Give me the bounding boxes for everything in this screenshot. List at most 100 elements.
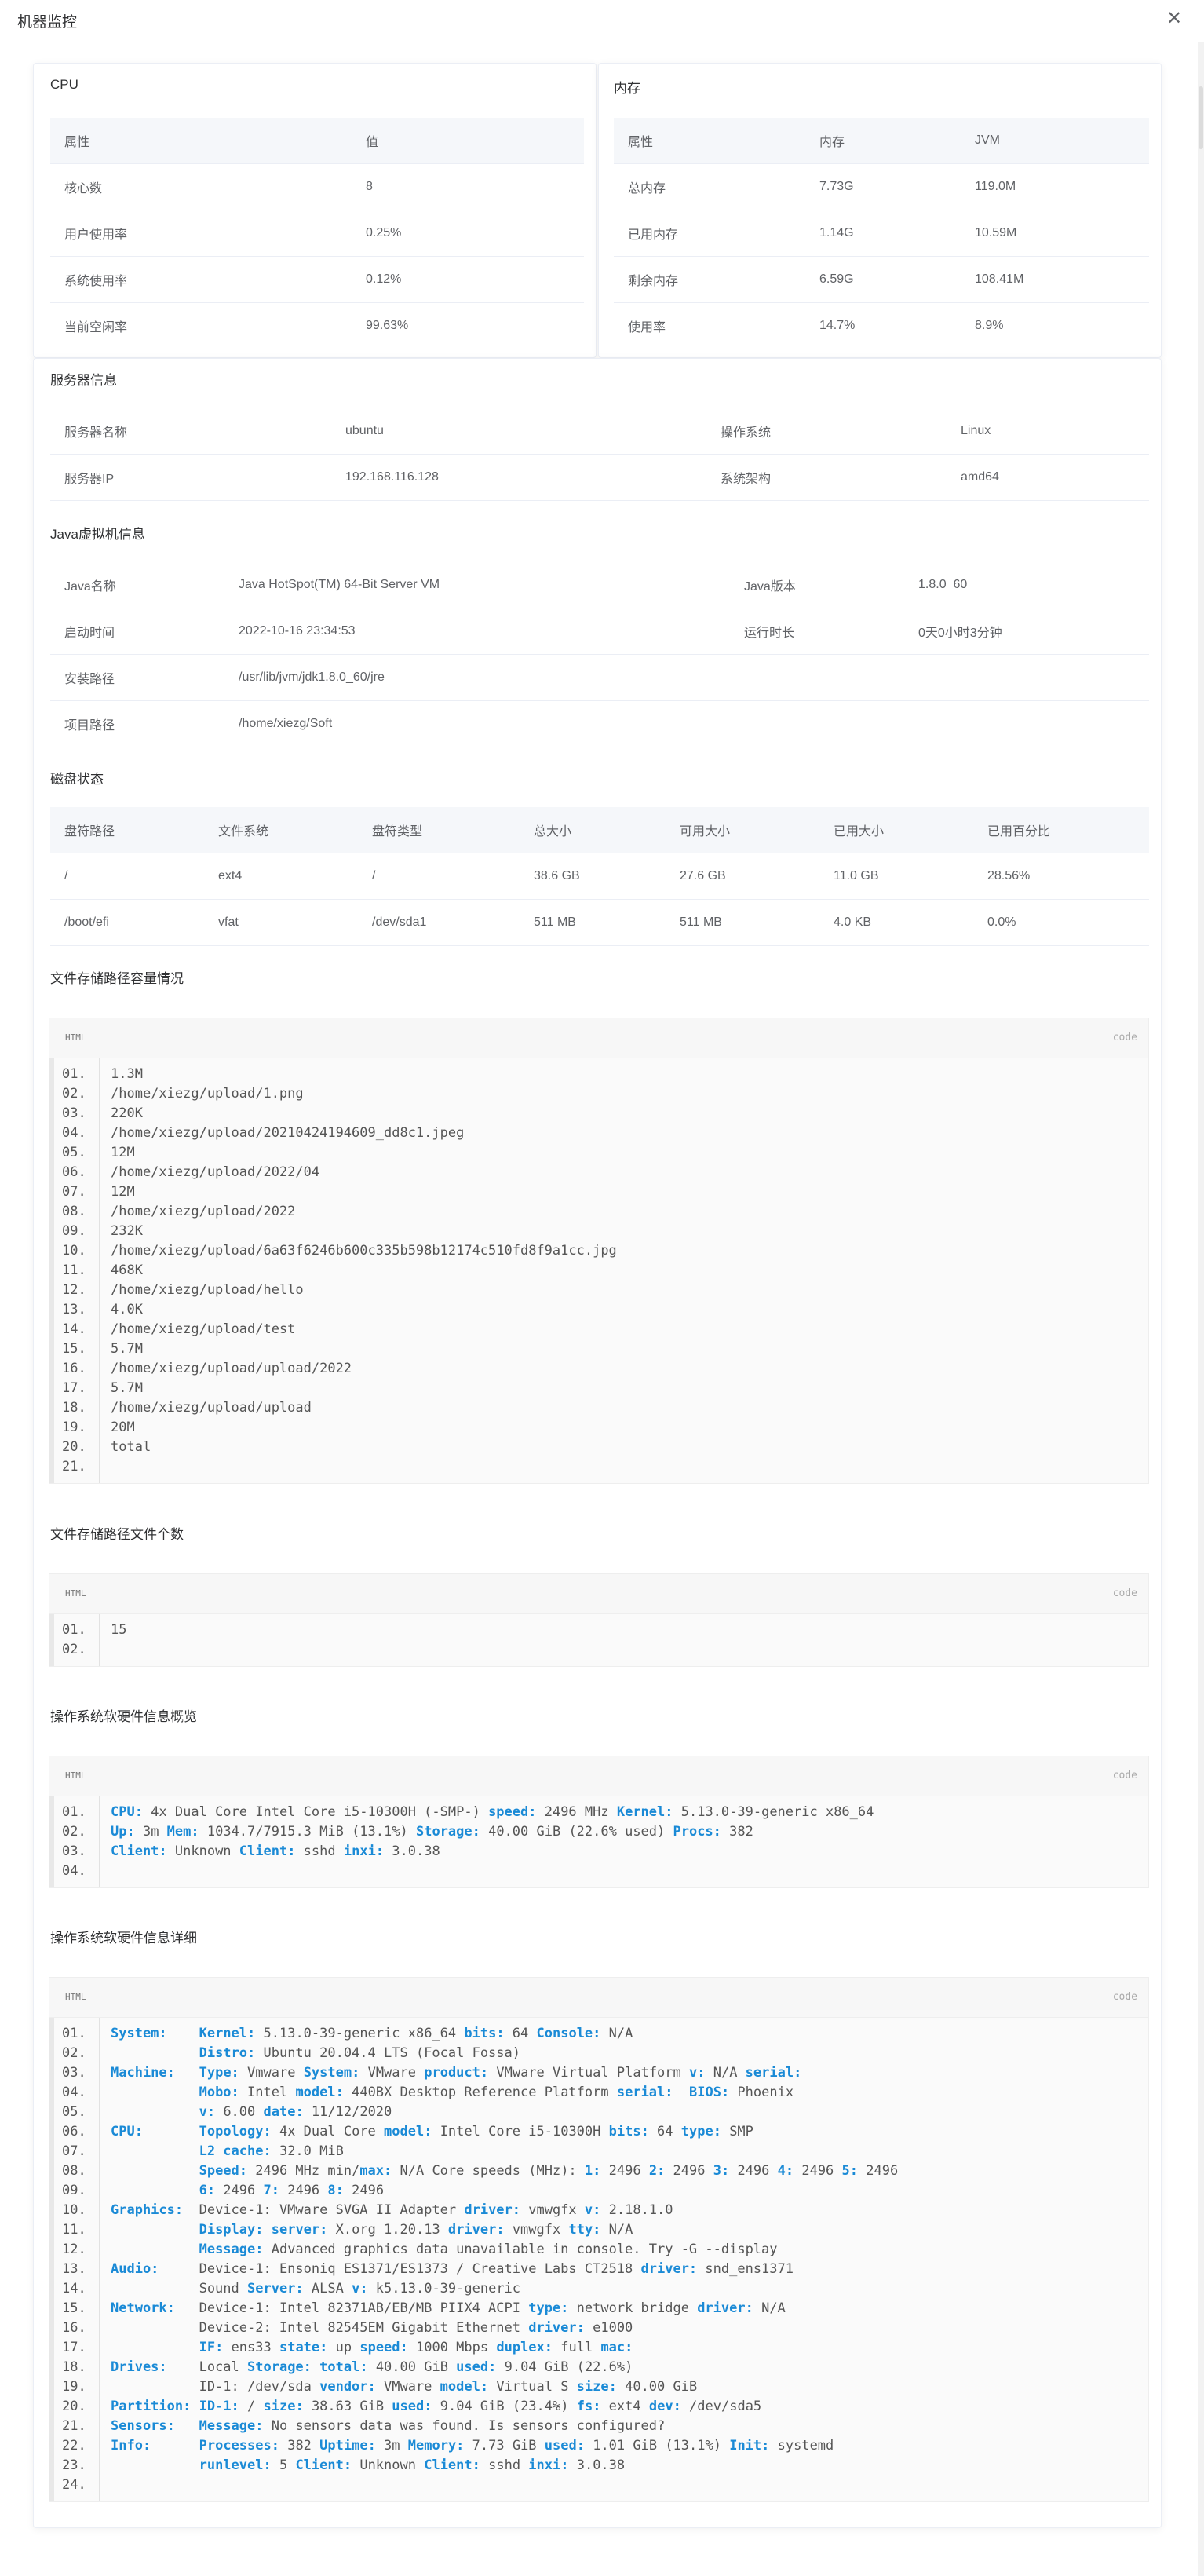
jvm-install-row: 安装路径 /usr/lib/jvm/jdk1.8.0_60/jre <box>50 654 1149 701</box>
table-row: 核心数 8 <box>50 163 584 210</box>
line-number: 02. <box>62 1086 86 1102</box>
line-content: 15 <box>111 1622 127 1638</box>
close-icon[interactable]: ✕ <box>1165 9 1184 28</box>
line-content: 12M <box>111 1145 135 1160</box>
line-content: Device-2: Intel 82545EM Gigabit Ethernet… <box>111 2320 633 2336</box>
code-line: 15. 5.7M <box>49 1339 1148 1359</box>
line-number: 23. <box>62 2457 86 2473</box>
code-line: 03. Client: Unknown Client: sshd inxi: 3.… <box>49 1842 1148 1862</box>
code-line: 14. Sound Server: ALSA v: k5.13.0-39-gen… <box>49 2279 1148 2299</box>
line-content: /home/xiezg/upload/2022/04 <box>111 1164 320 1180</box>
table-cell: Java名称 <box>50 562 224 608</box>
code-header: HTML code <box>49 1978 1148 2018</box>
line-number: 01. <box>62 1066 86 1082</box>
table-cell: 8 <box>352 163 584 210</box>
line-content: L2 cache: 32.0 MiB <box>199 2143 344 2159</box>
table-cell: ext4 <box>204 853 358 900</box>
line-content: Display: server: X.org 1.20.13 driver: v… <box>199 2222 633 2238</box>
os-detail-code: HTML code 01. System: Kernel: 5.13.0-39-gen… <box>49 1977 1149 2502</box>
table-cell: /boot/efi <box>50 899 204 946</box>
jvm-project-label: 项目路径 <box>50 700 224 747</box>
line-number: 03. <box>62 2065 86 2081</box>
code-line: 11. Display: server: X.org 1.20.13 drive… <box>49 2220 1148 2240</box>
line-content: Audio: Device-1: Ensoniq ES1371/ES1373 /… <box>111 2261 794 2277</box>
code-line: 16. Device-2: Intel 82545EM Gigabit Ethe… <box>49 2318 1148 2338</box>
line-number: 12. <box>62 1282 86 1298</box>
code-line: 13. 4.0K <box>49 1300 1148 1320</box>
code-line: 01. 1.3M <box>49 1065 1148 1084</box>
code-line: 01. CPU: 4x Dual Core Intel Core i5-10300… <box>49 1803 1148 1822</box>
code-line: 10. /home/xiezg/upload/6a63f6246b600c335b… <box>49 1241 1148 1261</box>
code-line: 06. /home/xiezg/upload/2022/04 <box>49 1163 1148 1182</box>
line-number: 05. <box>62 2104 86 2120</box>
storage-count-code: HTML code 01. 15 02. <box>49 1573 1149 1667</box>
table-cell: Linux <box>947 408 1149 455</box>
dialog-title: 机器监控 <box>17 14 78 31</box>
table-cell: / <box>358 853 520 900</box>
disk-column-header: 盘符路径 <box>50 807 204 853</box>
line-number: 07. <box>62 2143 86 2159</box>
table-cell: 10.59M <box>961 210 1149 257</box>
line-number: 16. <box>62 1361 86 1376</box>
code-line: 07. 12M <box>49 1182 1148 1202</box>
table-cell: 服务器名称 <box>50 408 331 455</box>
line-content: /home/xiezg/upload/20210424194609_dd8c1.… <box>111 1125 465 1141</box>
code-line: 17. 5.7M <box>49 1379 1148 1398</box>
code-line: 22. Info: Processes: 382 Uptime: 3m Memor… <box>49 2436 1148 2456</box>
dialog-header: 机器监控 <box>0 0 1204 42</box>
table-cell: 0.0% <box>973 899 1149 946</box>
table-cell: 2022-10-16 23:34:53 <box>224 608 730 655</box>
line-number: 02. <box>62 2045 86 2061</box>
line-number: 14. <box>62 1321 86 1337</box>
line-content: 5.7M <box>111 1341 143 1357</box>
table-cell: 192.168.116.128 <box>331 454 706 501</box>
cpu-title: CPU <box>50 77 78 92</box>
line-content: CPU: Topology: 4x Dual Core model: Intel… <box>111 2124 753 2139</box>
line-content: ID-1: /dev/sda vendor: VMware model: Vir… <box>111 2379 698 2395</box>
code-line: 02. <box>49 1640 1148 1660</box>
table-cell: 8.9% <box>961 302 1149 349</box>
line-number: 19. <box>62 2379 86 2395</box>
line-content: 20M <box>111 1420 135 1435</box>
disk-header-row: 盘符路径 文件系统 盘符类型 总大小 可用大小 已用大小 已用百分比 <box>50 807 1149 853</box>
table-cell: Java版本 <box>730 562 904 608</box>
table-row: 服务器名称 ubuntu 操作系统 Linux <box>50 408 1149 455</box>
code-line: 11. 468K <box>49 1261 1148 1281</box>
scrollbar-thumb[interactable] <box>1199 86 1203 149</box>
table-row: 用户使用率 0.25% <box>50 210 584 257</box>
code-line: 24. <box>49 2476 1148 2495</box>
line-content: /home/xiezg/upload/6a63f6246b600c335b598… <box>111 1243 617 1259</box>
line-number: 10. <box>62 1243 86 1259</box>
jvm-table: Java名称 Java HotSpot(TM) 64-Bit Server VM J… <box>50 562 1149 747</box>
code-tag-label: code <box>1112 1032 1137 1043</box>
table-cell: 服务器IP <box>50 454 331 501</box>
code-line: 07. L2 cache: 32.0 MiB <box>49 2142 1148 2161</box>
line-content: Network: Device-1: Intel 82371AB/EB/MB P… <box>111 2300 786 2316</box>
table-row: / ext4/38.6 GB 27.6 GB 11.0 GB 28.56% <box>50 853 1149 900</box>
line-content: System: Kernel: 5.13.0-39-generic x86_64… <box>111 2026 633 2041</box>
os-summary-code: HTML code 01. CPU: 4x Dual Core Intel Core … <box>49 1756 1149 1888</box>
code-body: 01. CPU: 4x Dual Core Intel Core i5-10300… <box>49 1796 1148 1887</box>
line-content: total <box>111 1439 151 1455</box>
line-content: runlevel: 5 Client: Unknown Client: sshd… <box>199 2457 626 2473</box>
line-content: Machine: Type: Vmware System: VMware pro… <box>111 2065 802 2081</box>
code-body: 01. 1.3M 02. /home/xiezg/upload/1.png 03. 220… <box>49 1058 1148 1483</box>
table-cell: ubuntu <box>331 408 706 455</box>
code-body: 01. 15 02. <box>49 1614 1148 1666</box>
code-line: 23. runlevel: 5 Client: Unknown Client: … <box>49 2456 1148 2476</box>
table-cell: amd64 <box>947 454 1149 501</box>
line-content: /home/xiezg/upload/test <box>111 1321 296 1337</box>
cpu-column-header: 属性 <box>50 118 352 164</box>
disk-column-header: 盘符类型 <box>358 807 520 853</box>
table-row: 系统使用率 0.12% <box>50 256 584 303</box>
jvm-project-row: 项目路径 /home/xiezg/Soft <box>50 700 1149 747</box>
memory-column-header: 属性 <box>614 118 805 164</box>
scrollbar[interactable] <box>1198 42 1204 2576</box>
line-content: Drives: Local Storage: total: 40.00 GiB … <box>111 2359 633 2375</box>
line-number: 12. <box>62 2242 86 2257</box>
line-number: 18. <box>62 2359 86 2375</box>
code-line: 03. 220K <box>49 1104 1148 1124</box>
table-cell: 511 MB <box>666 899 819 946</box>
line-content: Client: Unknown Client: sshd inxi: 3.0.3… <box>111 1843 440 1859</box>
line-content: 468K <box>111 1262 143 1278</box>
